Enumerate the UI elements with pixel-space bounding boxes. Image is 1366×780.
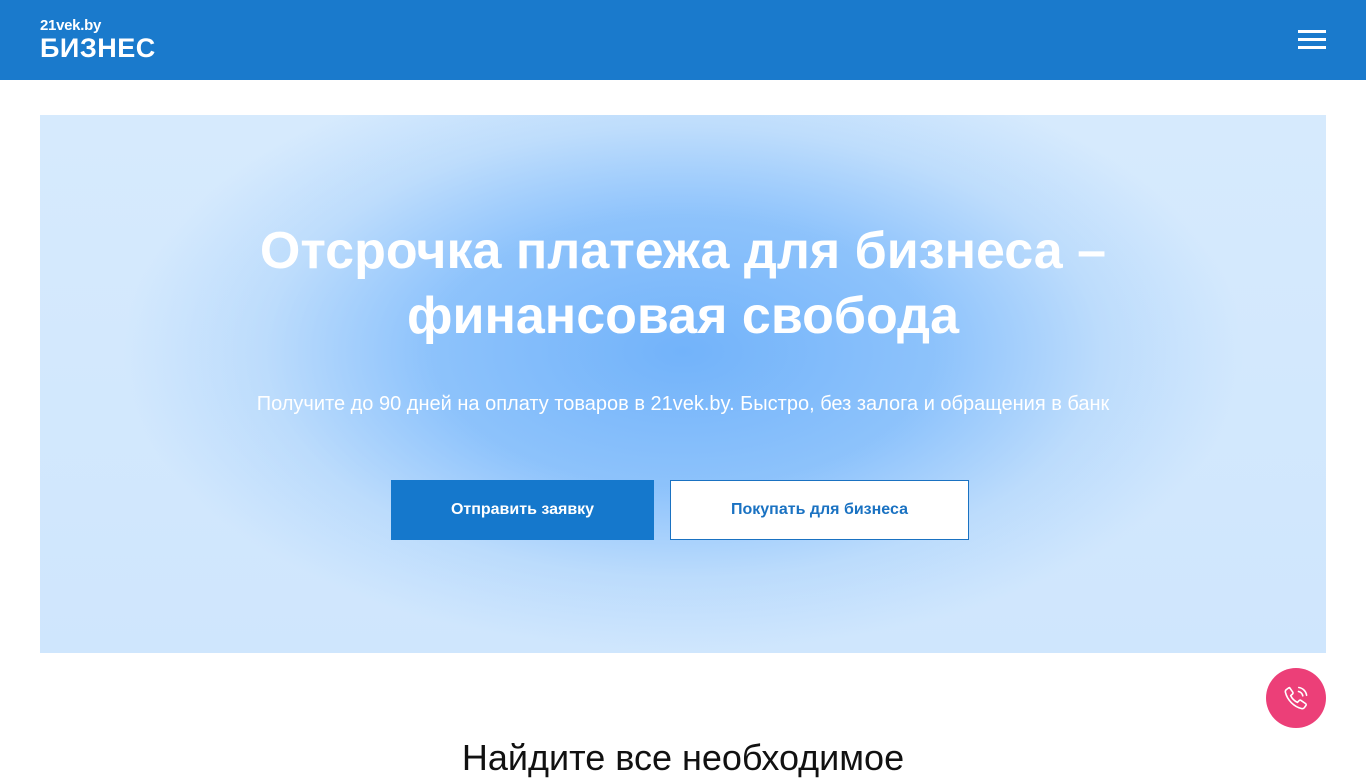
hero-title: Отсрочка платежа для бизнеса – финансова… [40, 219, 1326, 349]
send-application-button[interactable]: Отправить заявку [391, 480, 654, 540]
menu-bar [1298, 46, 1326, 49]
hero-banner: Отсрочка платежа для бизнеса – финансова… [40, 115, 1326, 653]
buy-for-business-button[interactable]: Покупать для бизнеса [670, 480, 969, 540]
hero-subtitle: Получите до 90 дней на оплату товаров в … [256, 393, 1110, 415]
call-button[interactable] [1266, 668, 1326, 728]
site-logo[interactable]: 21vek.by БИЗНЕС [40, 17, 156, 63]
hero-title-line-2: финансовая свобода [407, 287, 959, 345]
phone-call-icon [1284, 686, 1308, 710]
menu-bar [1298, 30, 1326, 33]
hamburger-menu-icon[interactable] [1296, 28, 1328, 52]
site-header: 21vek.by БИЗНЕС [0, 0, 1366, 80]
section-heading: Найдите все необходимое [461, 737, 905, 778]
menu-bar [1298, 38, 1326, 41]
hero-title-line-1: Отсрочка платежа для бизнеса – [259, 222, 1107, 280]
logo-business-text: БИЗНЕС [40, 33, 156, 63]
